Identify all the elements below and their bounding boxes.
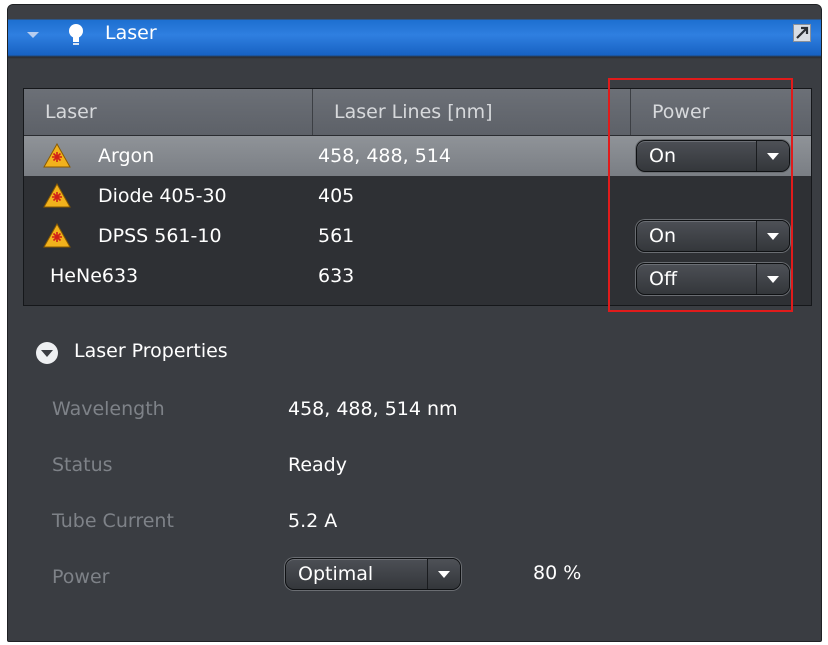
wavelength-label: Wavelength [52,398,165,420]
tube-current-value: 5.2 A [288,510,338,532]
laser-lines: 405 [318,185,355,207]
column-header-laser[interactable]: Laser [36,89,313,135]
dropdown-arrow-icon[interactable] [427,559,460,589]
laser-name: HeNe633 [50,265,139,287]
popout-icon[interactable] [793,24,811,42]
status-label: Status [52,454,113,476]
laser-warning-icon [43,223,71,248]
column-header-laser-lines[interactable]: Laser Lines [nm] [313,89,631,135]
laser-lines: 633 [318,265,355,287]
status-value: Ready [288,454,347,476]
expand-circle-icon[interactable] [36,342,58,364]
panel-title: Laser [105,22,157,44]
collapse-chevron-icon[interactable] [27,32,39,38]
laser-properties-title: Laser Properties [74,340,228,362]
power-mode-dropdown[interactable]: Optimal [285,558,461,590]
power-label: Power [52,566,110,588]
wavelength-value: 458, 488, 514 nm [288,398,458,420]
laser-name: Diode 405-30 [98,185,227,207]
laser-warning-icon [43,143,71,168]
power-mode-value: Optimal [298,563,374,585]
panel-titlebar[interactable]: Laser [8,5,821,59]
power-percent: 80 % [533,562,582,584]
laser-lines: 561 [318,225,355,247]
highlight-box [608,78,793,312]
lightbulb-icon [69,24,83,45]
laser-name: Argon [98,145,155,167]
laser-name: DPSS 561-10 [98,225,222,247]
laser-lines: 458, 488, 514 [318,145,451,167]
tube-current-label: Tube Current [52,510,174,532]
laser-warning-icon [43,183,71,208]
